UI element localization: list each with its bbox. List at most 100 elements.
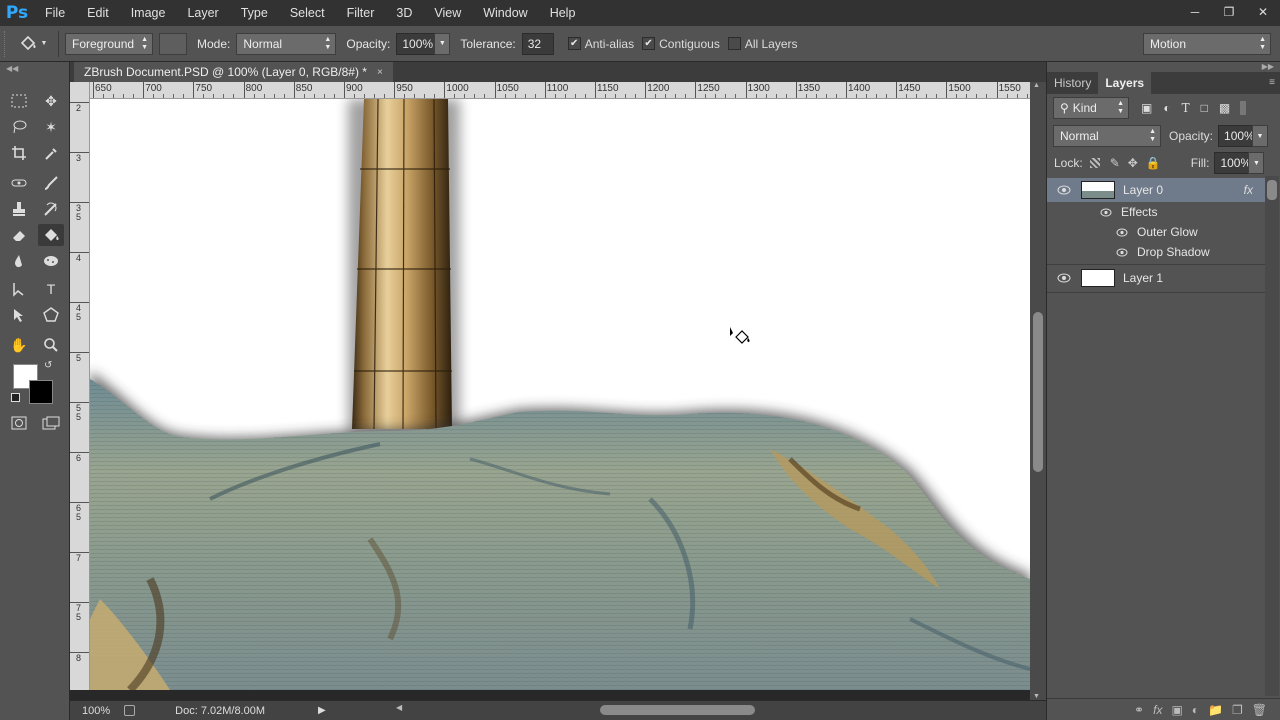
fill-dropdown[interactable]: ▼	[1248, 152, 1265, 174]
pattern-picker[interactable]	[159, 32, 187, 55]
move-tool-icon[interactable]: ✥	[38, 90, 64, 112]
visibility-eye-icon[interactable]	[1057, 185, 1071, 195]
fill-source-select[interactable]: Foreground ▲ ▼	[65, 32, 153, 55]
default-colors-icon[interactable]	[11, 393, 20, 402]
background-color-swatch[interactable]	[29, 380, 53, 404]
lock-position-icon[interactable]: ✥	[1128, 156, 1138, 170]
new-group-icon[interactable]: 📁	[1208, 703, 1223, 717]
panel-menu-icon[interactable]: ≡	[1269, 72, 1275, 94]
spot-healing-icon[interactable]	[6, 172, 32, 194]
marquee-tool-icon[interactable]	[6, 90, 32, 112]
filter-toggle[interactable]	[1240, 101, 1247, 115]
status-menu-arrow-icon[interactable]: ▶	[318, 705, 326, 716]
direct-selection-icon[interactable]	[6, 304, 32, 326]
tab-layers[interactable]: Layers	[1098, 72, 1152, 94]
menu-layer[interactable]: Layer	[176, 0, 229, 26]
opacity-field[interactable]: 100%	[396, 32, 435, 55]
collapse-panel-icon[interactable]: ▶▶	[1262, 62, 1274, 71]
fx-icon[interactable]: fx	[1244, 183, 1253, 197]
add-style-icon[interactable]: fx	[1153, 703, 1162, 717]
opacity-dropdown[interactable]: ▼	[434, 32, 451, 55]
layer-row-layer-1[interactable]: Layer 1	[1047, 266, 1265, 290]
tab-history[interactable]: History	[1047, 72, 1098, 94]
lasso-tool-icon[interactable]	[6, 116, 32, 138]
new-layer-icon[interactable]: ❐	[1232, 703, 1243, 717]
menu-type[interactable]: Type	[230, 0, 279, 26]
close-icon[interactable]: ✕	[1246, 0, 1280, 24]
all-layers-checkbox[interactable]	[727, 37, 741, 50]
magic-wand-icon[interactable]: ✶	[38, 116, 64, 138]
layer-opacity-dropdown[interactable]: ▼	[1252, 125, 1269, 147]
clone-stamp-icon[interactable]	[6, 198, 32, 220]
swap-colors-icon[interactable]: ↺	[44, 360, 52, 371]
menu-filter[interactable]: Filter	[336, 0, 386, 26]
pixel-filter-icon[interactable]: ▣	[1141, 101, 1152, 115]
menu-window[interactable]: Window	[472, 0, 538, 26]
scroll-left-icon[interactable]: ◀	[396, 703, 402, 712]
tolerance-field[interactable]: 32	[521, 32, 554, 55]
history-brush-icon[interactable]	[38, 198, 64, 220]
delete-layer-icon[interactable]: 🗑	[1252, 703, 1267, 717]
hand-tool-icon[interactable]: ✋	[6, 334, 32, 356]
visibility-eye-icon[interactable]	[1099, 207, 1113, 217]
close-tab-icon[interactable]: ×	[377, 67, 383, 78]
quick-mask-icon[interactable]	[6, 412, 32, 434]
effect-drop-shadow-row[interactable]: Drop Shadow	[1047, 242, 1265, 262]
lock-all-icon[interactable]: 🔒	[1146, 156, 1161, 170]
shape-tool-icon[interactable]	[38, 304, 64, 326]
effect-outer-glow-row[interactable]: Outer Glow	[1047, 222, 1265, 242]
menu-view[interactable]: View	[423, 0, 472, 26]
crop-tool-icon[interactable]	[6, 142, 32, 164]
options-bar-grip[interactable]	[4, 30, 12, 57]
add-mask-icon[interactable]: ▣	[1171, 703, 1182, 717]
link-layers-icon[interactable]: ⚭	[1134, 703, 1144, 717]
adjustment-filter-icon[interactable]: ◐	[1163, 101, 1170, 115]
horizontal-ruler[interactable]: 650 700 750 800 850 900 950 1000 1050 1100 1150 120…	[90, 82, 1030, 99]
sponge-tool-icon[interactable]	[38, 250, 64, 272]
menu-file[interactable]: File	[34, 0, 76, 26]
blend-mode-select[interactable]: Normal ▲ ▼	[1053, 125, 1161, 147]
contiguous-checkbox[interactable]: ✔	[642, 37, 656, 50]
layers-scroll-thumb[interactable]	[1267, 180, 1277, 200]
shape-filter-icon[interactable]: □	[1201, 101, 1208, 115]
screen-mode-icon[interactable]	[38, 412, 64, 434]
visibility-eye-icon[interactable]	[1115, 247, 1129, 257]
layers-scrollbar[interactable]	[1265, 176, 1279, 696]
menu-image[interactable]: Image	[120, 0, 177, 26]
layer-name[interactable]: Layer 1	[1123, 271, 1163, 285]
vertical-scroll-thumb[interactable]	[1033, 312, 1043, 472]
tool-preset-picker[interactable]: ▼	[12, 30, 52, 58]
smart-object-filter-icon[interactable]: ▩	[1219, 101, 1230, 115]
canvas-horizontal-scrollbar[interactable]: ◀ ▶	[396, 703, 1090, 716]
effects-row[interactable]: Effects	[1047, 202, 1265, 222]
minimize-icon[interactable]: ─	[1178, 0, 1212, 24]
adjustment-layer-icon[interactable]: ◐	[1192, 703, 1199, 717]
filter-kind-select[interactable]: ⚲ Kind ▲ ▼	[1053, 97, 1129, 119]
layer-row-layer-0[interactable]: Layer 0 fx	[1047, 178, 1265, 202]
layer-name[interactable]: Layer 0	[1123, 183, 1163, 197]
type-tool-icon[interactable]: T	[38, 278, 64, 300]
menu-select[interactable]: Select	[279, 0, 336, 26]
menu-help[interactable]: Help	[539, 0, 587, 26]
collapse-icon[interactable]: ◀◀	[6, 64, 18, 73]
lock-pixels-icon[interactable]: ✎	[1110, 156, 1120, 170]
fill-field[interactable]: 100%	[1214, 152, 1251, 174]
brush-tool-icon[interactable]	[38, 172, 64, 194]
path-selection-icon[interactable]	[6, 278, 32, 300]
zoom-level[interactable]: 100%	[82, 705, 110, 717]
workspace-select[interactable]: Motion ▲ ▼	[1143, 32, 1271, 55]
type-filter-icon[interactable]: T	[1182, 101, 1190, 115]
scroll-down-icon[interactable]: ▼	[1033, 693, 1040, 700]
paint-bucket-tool-icon[interactable]	[38, 224, 64, 246]
lock-transparent-icon[interactable]	[1089, 158, 1100, 168]
vertical-ruler[interactable]: 2 3 3 5 4 4 5 5 5 5 6 6 5 7 7 5 8	[70, 82, 90, 690]
scroll-up-icon[interactable]: ▲	[1033, 82, 1040, 89]
menu-3d[interactable]: 3D	[385, 0, 423, 26]
visibility-eye-icon[interactable]	[1115, 227, 1129, 237]
visibility-eye-icon[interactable]	[1057, 273, 1071, 283]
share-icon[interactable]	[124, 705, 136, 716]
mode-select[interactable]: Normal ▲ ▼	[236, 32, 337, 55]
zoom-tool-icon[interactable]	[38, 334, 64, 356]
eyedropper-icon[interactable]	[38, 142, 64, 164]
eraser-tool-icon[interactable]	[6, 224, 32, 246]
